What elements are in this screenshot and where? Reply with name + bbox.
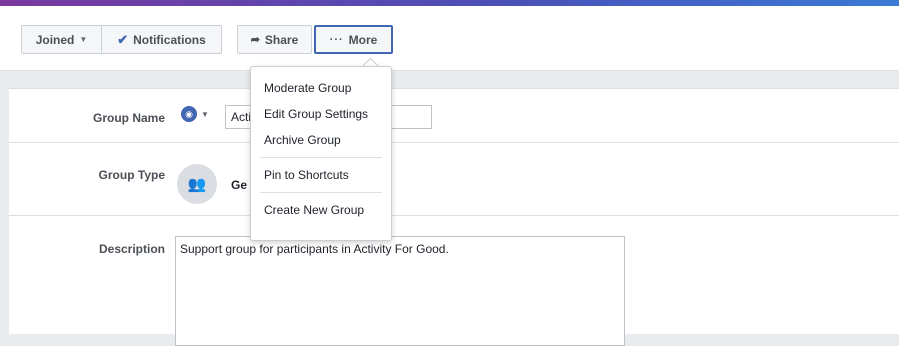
caret-down-icon: ▼ xyxy=(201,109,209,119)
notifications-button-label: Notifications xyxy=(133,32,206,47)
joined-button-label: Joined xyxy=(35,32,75,47)
notifications-button[interactable]: ✔ Notifications xyxy=(101,25,222,54)
divider xyxy=(9,215,899,216)
more-button[interactable]: ··· More xyxy=(314,25,393,54)
description-textarea[interactable]: Support group for participants in Activi… xyxy=(175,236,625,346)
group-name-label: Group Name xyxy=(92,111,165,125)
menu-item-moderate-group[interactable]: Moderate Group xyxy=(251,75,391,101)
group-action-toolbar: Joined ▼ ✔ Notifications ➦ Share ··· Mor… xyxy=(0,6,899,71)
menu-item-pin-to-shortcuts[interactable]: Pin to Shortcuts xyxy=(251,162,391,188)
share-button-label: Share xyxy=(264,32,299,47)
divider xyxy=(9,142,899,143)
caret-down-icon: ▼ xyxy=(79,35,88,44)
menu-item-create-new-group[interactable]: Create New Group xyxy=(251,197,391,223)
more-dropdown-menu: Moderate Group Edit Group Settings Archi… xyxy=(250,66,392,241)
share-button[interactable]: ➦ Share xyxy=(237,25,312,54)
checkmark-icon: ✔ xyxy=(117,31,129,47)
menu-item-edit-group-settings[interactable]: Edit Group Settings xyxy=(251,101,391,127)
menu-item-archive-group[interactable]: Archive Group xyxy=(251,127,391,153)
description-label: Description xyxy=(98,242,165,256)
share-arrow-icon: ➦ xyxy=(250,34,260,46)
people-icon: 👥 xyxy=(177,164,217,204)
group-type-label: Group Type xyxy=(98,168,165,182)
joined-button[interactable]: Joined ▼ xyxy=(21,25,102,54)
ellipsis-icon: ··· xyxy=(329,33,344,46)
more-button-label: More xyxy=(348,32,378,47)
group-type-value[interactable]: Ge xyxy=(231,178,247,192)
group-settings-panel: Group Name ◉ ▼ Group Type 👥 Ge Descripti… xyxy=(9,88,899,346)
globe-icon: ◉ xyxy=(181,106,197,122)
menu-separator xyxy=(260,157,382,158)
menu-separator xyxy=(260,192,382,193)
privacy-selector[interactable]: ◉ ▼ xyxy=(181,106,209,122)
